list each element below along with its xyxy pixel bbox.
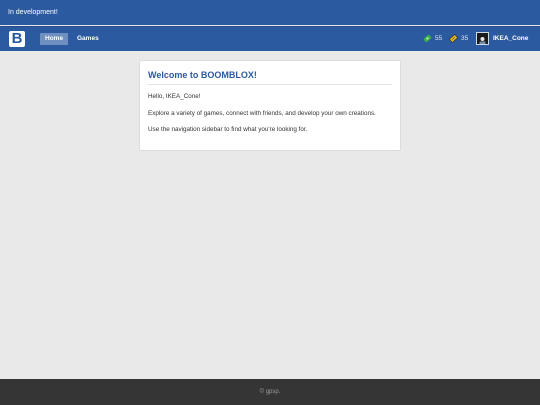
footer-copyright: © gpsp. [259, 389, 281, 395]
avatar-figure [477, 35, 488, 44]
cash-amount: 55 [435, 35, 443, 42]
cash-balance[interactable]: 55 [423, 33, 442, 45]
ticket-icon [449, 34, 458, 43]
cash-icon [423, 34, 432, 42]
welcome-title: Welcome to BOOMBLOX! [148, 70, 257, 80]
nav-home-link[interactable]: Home [40, 33, 69, 45]
nav-games-link[interactable]: Games [72, 33, 104, 45]
intro-text: Explore a variety of games, connect with… [148, 110, 376, 117]
dev-banner: In development! [0, 0, 540, 25]
page-footer: © gpsp. [0, 379, 540, 405]
site-logo[interactable]: B [9, 31, 25, 47]
dev-banner-text: In development! [8, 9, 58, 16]
navigation-hint-text: Use the navigation sidebar to find what … [148, 126, 308, 133]
avatar-icon[interactable] [476, 32, 489, 45]
top-navbar: B Home Games 55 35 IKEA_Cone [0, 26, 540, 51]
ticket-balance[interactable]: 35 [449, 33, 468, 45]
title-divider [148, 84, 392, 85]
ticket-amount: 35 [461, 35, 469, 42]
username-link[interactable]: IKEA_Cone [493, 33, 528, 45]
greeting-text: Hello, IKEA_Cone! [148, 93, 201, 100]
welcome-card: Welcome to BOOMBLOX! Hello, IKEA_Cone! E… [139, 60, 401, 151]
